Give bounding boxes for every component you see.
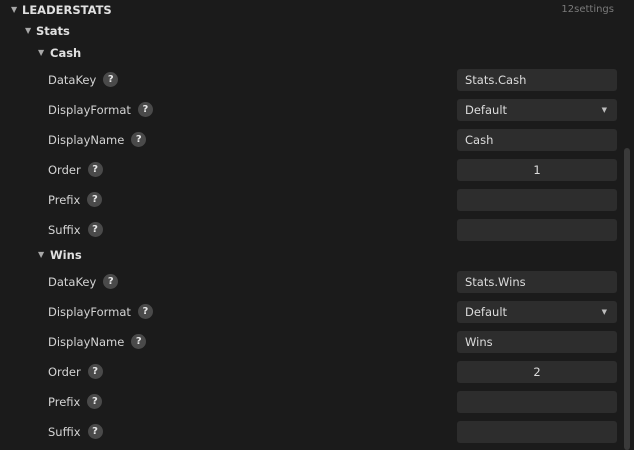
property-row-displayname: DisplayName? <box>0 327 622 357</box>
section-header-cash[interactable]: ▼ Cash <box>0 43 622 63</box>
prefix-input[interactable] <box>457 189 617 211</box>
property-row-suffix: Suffix? <box>0 215 622 245</box>
select-value: Default <box>465 305 508 319</box>
help-icon[interactable]: ? <box>137 102 153 117</box>
section-header-leaderstats[interactable]: ▼ LEADERSTATS 12settings <box>0 0 622 20</box>
displayname-input[interactable] <box>457 129 617 151</box>
property-label: DisplayName? <box>48 327 147 357</box>
caret-down-icon[interactable]: ▼ <box>25 21 31 41</box>
datakey-input[interactable] <box>457 271 617 293</box>
property-label: Prefix? <box>48 185 103 215</box>
property-label: DataKey? <box>48 65 119 95</box>
help-icon[interactable]: ? <box>87 394 103 409</box>
property-row-datakey: DataKey? <box>0 267 622 297</box>
help-icon[interactable]: ? <box>87 192 103 207</box>
property-label: DisplayFormat? <box>48 297 153 327</box>
help-icon[interactable]: ? <box>87 424 103 439</box>
caret-down-icon[interactable]: ▼ <box>38 245 44 265</box>
property-label: DisplayFormat? <box>48 95 153 125</box>
caret-down-icon[interactable]: ▼ <box>38 43 44 63</box>
property-row-order: Order? <box>0 155 622 185</box>
displayformat-select[interactable]: Default ▼ <box>457 99 617 121</box>
dropdown-arrow-icon: ▼ <box>601 106 607 114</box>
help-icon[interactable]: ? <box>131 334 147 349</box>
help-icon[interactable]: ? <box>103 274 119 289</box>
displayformat-select[interactable]: Default ▼ <box>457 301 617 323</box>
help-icon[interactable]: ? <box>137 304 153 319</box>
settings-count: 12settings <box>561 4 614 15</box>
property-label: Suffix? <box>48 215 103 245</box>
order-input[interactable] <box>457 159 617 181</box>
property-label: DisplayName? <box>48 125 147 155</box>
property-row-displayformat: DisplayFormat? Default ▼ <box>0 297 622 327</box>
section-title: LEADERSTATS <box>22 3 112 17</box>
order-input[interactable] <box>457 361 617 383</box>
property-row-suffix: Suffix? <box>0 417 622 447</box>
section-header-stats[interactable]: ▼ Stats <box>0 21 622 41</box>
section-header-wins[interactable]: ▼ Wins <box>0 245 622 265</box>
displayname-input[interactable] <box>457 331 617 353</box>
help-icon[interactable]: ? <box>87 162 103 177</box>
select-value: Default <box>465 103 508 117</box>
property-label: Prefix? <box>48 387 103 417</box>
section-title: Wins <box>50 248 82 262</box>
property-row-prefix: Prefix? <box>0 387 622 417</box>
suffix-input[interactable] <box>457 219 617 241</box>
property-label: Suffix? <box>48 417 103 447</box>
scrollbar[interactable] <box>624 148 630 450</box>
property-row-displayname: DisplayName? <box>0 125 622 155</box>
property-row-prefix: Prefix? <box>0 185 622 215</box>
section-title: Stats <box>36 24 70 38</box>
property-row-order: Order? <box>0 357 622 387</box>
suffix-input[interactable] <box>457 421 617 443</box>
prefix-input[interactable] <box>457 391 617 413</box>
dropdown-arrow-icon: ▼ <box>601 308 607 316</box>
property-label: Order? <box>48 155 103 185</box>
section-title: Cash <box>50 46 82 60</box>
help-icon[interactable]: ? <box>87 364 103 379</box>
property-label: DataKey? <box>48 267 119 297</box>
property-label: Order? <box>48 357 103 387</box>
help-icon[interactable]: ? <box>131 132 147 147</box>
property-row-datakey: DataKey? <box>0 65 622 95</box>
caret-down-icon[interactable]: ▼ <box>11 0 17 20</box>
datakey-input[interactable] <box>457 69 617 91</box>
help-icon[interactable]: ? <box>87 222 103 237</box>
property-row-displayformat: DisplayFormat? Default ▼ <box>0 95 622 125</box>
help-icon[interactable]: ? <box>103 72 119 87</box>
